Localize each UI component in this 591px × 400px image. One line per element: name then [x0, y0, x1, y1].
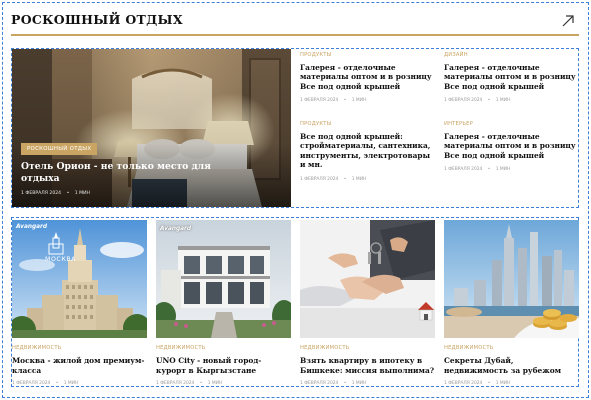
dubai-image[interactable] — [444, 220, 579, 338]
article-card[interactable]: Avangard МОСКВА НЕДВИЖИМОСТЬ Москва - жи… — [12, 220, 147, 386]
moscow-tower-illustration — [12, 220, 147, 338]
article-title[interactable]: Секреты Дубай, недвижимость за рубежом — [444, 356, 579, 375]
avangard-logo: Avangard — [160, 226, 192, 232]
article-date: 1 ФЕВРАЛЯ 2024 — [444, 98, 483, 104]
article-meta: 1 ФЕВРАЛЯ 2024 • 1 МИН — [156, 381, 291, 386]
article-date: 1 ФЕВРАЛЯ 2024 — [156, 381, 195, 387]
featured-date: 1 ФЕВРАЛЯ 2024 — [21, 191, 62, 196]
moscow-building-image[interactable]: Avangard МОСКВА — [12, 220, 147, 338]
article-title[interactable]: Галерея - отделочные материалы оптом и в… — [444, 63, 578, 91]
image-caption: МОСКВА — [45, 256, 76, 263]
article-title[interactable]: Галерея - отделочные материалы оптом и в… — [300, 63, 434, 91]
featured-meta: 1 ФЕВРАЛЯ 2024 • 1 МИН — [21, 191, 90, 196]
article-meta: 1 ФЕВРАЛЯ 2024 • 1 МИН — [300, 381, 435, 386]
side-article[interactable]: ДИЗАЙН Галерея - отделочные материалы оп… — [444, 52, 578, 103]
article-category[interactable]: НЕДВИЖИМОСТЬ — [444, 345, 579, 351]
article-meta: 1 ФЕВРАЛЯ 2024 • 1 МИН — [444, 98, 578, 103]
article-card[interactable]: НЕДВИЖИМОСТЬ Секреты Дубай, недвижимость… — [444, 220, 579, 386]
article-date: 1 ФЕВРАЛЯ 2024 — [12, 381, 51, 387]
featured-article[interactable]: РОСКОШНЫЙ ОТДЫХ Отель Орион - не только … — [12, 49, 291, 207]
article-title[interactable]: Москва - жилой дом премиум-класса — [12, 356, 147, 375]
article-date: 1 ФЕВРАЛЯ 2024 — [444, 381, 483, 387]
meta-separator: • — [487, 381, 491, 387]
meta-separator: • — [199, 381, 203, 387]
mortgage-image[interactable] — [300, 220, 435, 338]
article-title[interactable]: UNO City - новый город-курорт в Кыргызст… — [156, 356, 291, 375]
article-title[interactable]: Галерея - отделочные материалы оптом и в… — [444, 132, 578, 160]
article-date: 1 ФЕВРАЛЯ 2024 — [300, 176, 339, 182]
article-category[interactable]: ИНТЕРЬЕР — [444, 121, 578, 127]
side-article[interactable]: ПРОДУКТЫ Все под одной крышей: строймате… — [300, 121, 434, 182]
article-read-time: 1 МИН — [63, 381, 79, 387]
article-category[interactable]: НЕДВИЖИМОСТЬ — [300, 345, 435, 351]
side-article[interactable]: ИНТЕРЬЕР Галерея - отделочные материалы … — [444, 121, 578, 172]
article-read-time: 1 МИН — [351, 176, 367, 182]
article-category[interactable]: НЕДВИЖИМОСТЬ — [156, 345, 291, 351]
avangard-logo: Avangard — [16, 224, 48, 230]
article-title[interactable]: Все под одной крышей: стройматериалы, са… — [300, 132, 434, 170]
article-read-time: 1 МИН — [351, 98, 367, 104]
article-meta: 1 ФЕВРАЛЯ 2024 • 1 МИН — [12, 381, 147, 386]
uno-city-image[interactable]: Avangard — [156, 220, 291, 338]
article-read-time: 1 МИН — [495, 167, 511, 173]
article-category[interactable]: ДИЗАЙН — [444, 52, 578, 58]
article-read-time: 1 МИН — [351, 381, 367, 387]
article-read-time: 1 МИН — [495, 98, 511, 104]
article-date: 1 ФЕВРАЛЯ 2024 — [300, 98, 339, 104]
side-article[interactable]: ПРОДУКТЫ Галерея - отделочные материалы … — [300, 52, 434, 103]
meta-separator: • — [55, 381, 59, 387]
article-meta: 1 ФЕВРАЛЯ 2024 • 1 МИН — [300, 98, 434, 103]
meta-separator: • — [343, 98, 347, 104]
section-header: РОСКОШНЫЙ ОТДЫХ — [11, 10, 579, 36]
featured-category-badge[interactable]: РОСКОШНЫЙ ОТДЫХ — [21, 143, 98, 155]
featured-read-time: 1 МИН — [74, 191, 91, 196]
article-date: 1 ФЕВРАЛЯ 2024 — [444, 167, 483, 173]
article-category[interactable]: НЕДВИЖИМОСТЬ — [12, 345, 147, 351]
article-category[interactable]: ПРОДУКТЫ — [300, 121, 434, 127]
meta-separator: • — [487, 167, 491, 173]
article-card[interactable]: НЕДВИЖИМОСТЬ Взять квартиру в ипотеку в … — [300, 220, 435, 386]
handshake-keys-illustration — [300, 220, 435, 338]
featured-title[interactable]: Отель Орион - не только место для отдыха — [21, 161, 221, 185]
dubai-skyline-illustration — [444, 220, 579, 338]
article-read-time: 1 МИН — [207, 381, 223, 387]
meta-separator: • — [66, 191, 70, 196]
article-meta: 1 ФЕВРАЛЯ 2024 • 1 МИН — [444, 381, 579, 386]
article-category[interactable]: ПРОДУКТЫ — [300, 52, 434, 58]
article-read-time: 1 МИН — [495, 381, 511, 387]
article-title[interactable]: Взять квартиру в ипотеку в Бишкеке: мисс… — [300, 356, 435, 375]
article-meta: 1 ФЕВРАЛЯ 2024 • 1 МИН — [444, 167, 578, 172]
article-card[interactable]: Avangard НЕДВИЖИМОСТЬ UNO City - новый г… — [156, 220, 291, 386]
meta-separator: • — [343, 381, 347, 387]
villa-illustration — [156, 220, 291, 338]
featured-section: РОСКОШНЫЙ ОТДЫХ Отель Орион - не только … — [11, 48, 579, 208]
article-date: 1 ФЕВРАЛЯ 2024 — [300, 381, 339, 387]
meta-separator: • — [487, 98, 491, 104]
article-meta: 1 ФЕВРАЛЯ 2024 • 1 МИН — [300, 177, 434, 182]
section-title: РОСКОШНЫЙ ОТДЫХ — [11, 12, 183, 27]
arrow-up-right-icon[interactable] — [561, 14, 575, 28]
article-grid: Avangard МОСКВА НЕДВИЖИМОСТЬ Москва - жи… — [11, 217, 579, 387]
meta-separator: • — [343, 176, 347, 182]
